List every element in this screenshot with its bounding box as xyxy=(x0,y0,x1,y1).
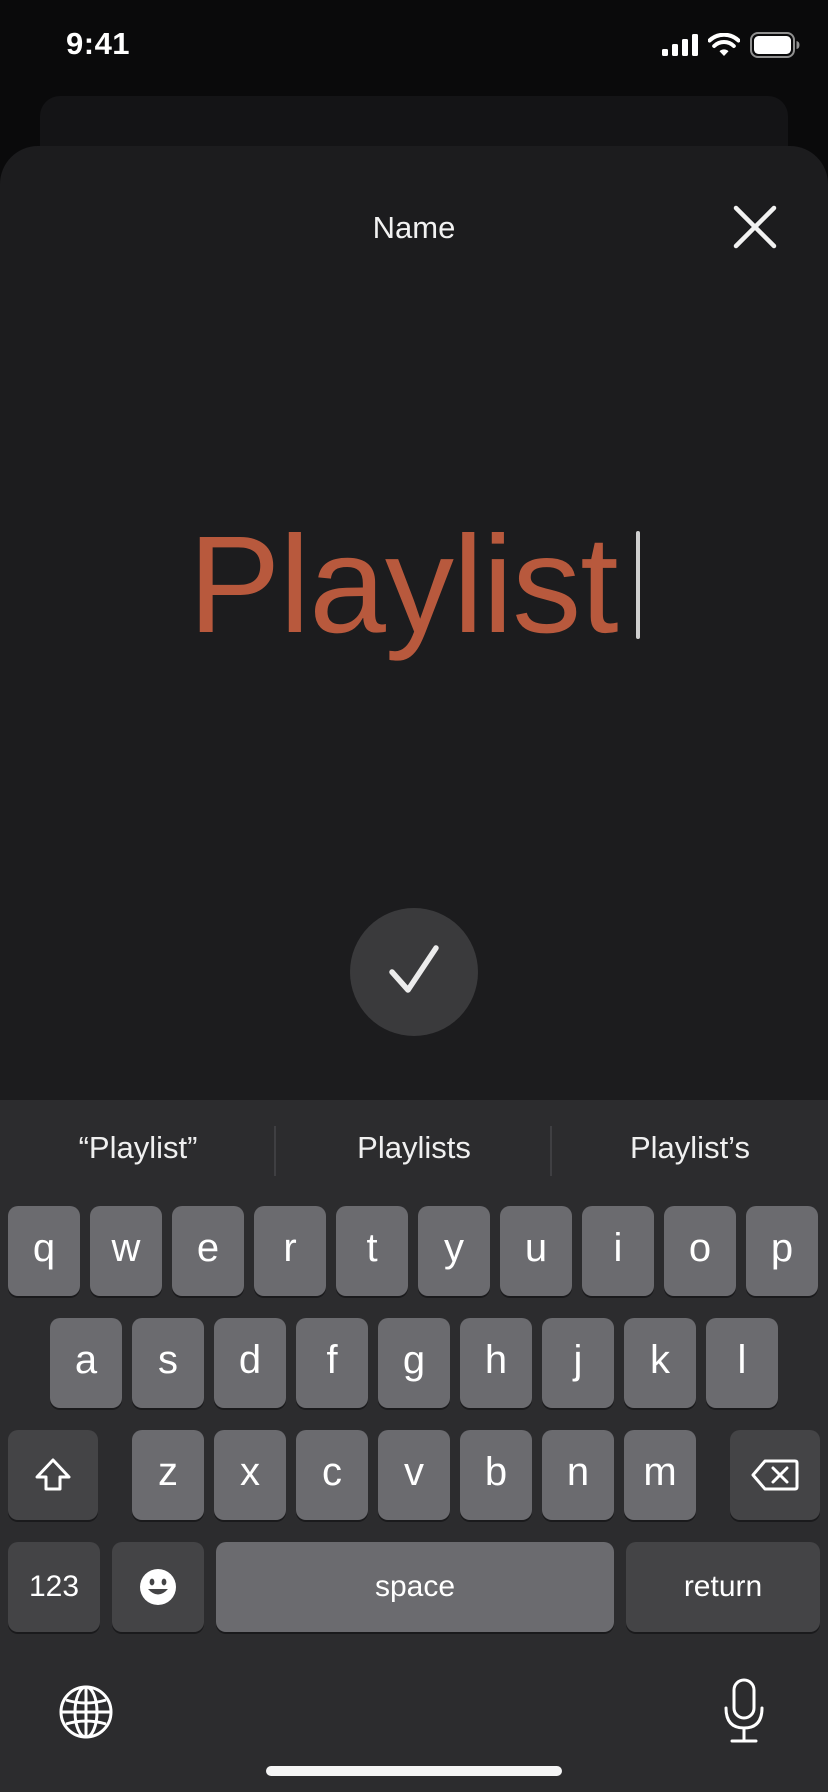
key-k[interactable]: k xyxy=(624,1318,696,1408)
key-label: f xyxy=(326,1338,338,1382)
key-label: l xyxy=(737,1338,747,1382)
key-label: h xyxy=(484,1338,508,1382)
key-u[interactable]: u xyxy=(500,1206,572,1296)
key-label: v xyxy=(404,1450,424,1494)
key-label: e xyxy=(196,1226,220,1270)
status-bar: 9:41 xyxy=(0,0,828,94)
microphone-icon[interactable] xyxy=(722,1678,766,1744)
key-label: return xyxy=(683,1570,763,1603)
delete-icon xyxy=(751,1459,799,1491)
key-y[interactable]: y xyxy=(418,1206,490,1296)
key-z[interactable]: z xyxy=(132,1430,204,1520)
key-v[interactable]: v xyxy=(378,1430,450,1520)
sheet-title: Name xyxy=(372,210,456,245)
status-icons xyxy=(0,0,828,94)
key-x[interactable]: x xyxy=(214,1430,286,1520)
key-label: y xyxy=(444,1226,464,1270)
key-a[interactable]: a xyxy=(50,1318,122,1408)
emoji-icon xyxy=(140,1569,176,1605)
key-label: n xyxy=(566,1450,590,1494)
key-label: space xyxy=(374,1570,456,1603)
suggestion-item[interactable]: “Playlist” xyxy=(0,1114,276,1182)
key-label: p xyxy=(770,1226,794,1270)
delete-key[interactable] xyxy=(730,1430,820,1520)
shift-key[interactable] xyxy=(8,1430,98,1520)
name-input[interactable]: Playlist xyxy=(0,510,828,660)
key-f[interactable]: f xyxy=(296,1318,368,1408)
key-r[interactable]: r xyxy=(254,1206,326,1296)
key-g[interactable]: g xyxy=(378,1318,450,1408)
battery-icon xyxy=(750,32,800,58)
key-label: x xyxy=(240,1450,260,1494)
key-l[interactable]: l xyxy=(706,1318,778,1408)
key-label: o xyxy=(688,1226,712,1270)
emoji-key[interactable] xyxy=(112,1542,204,1632)
key-m[interactable]: m xyxy=(624,1430,696,1520)
checkmark-icon xyxy=(389,945,439,993)
keyboard: “Playlist” Playlists Playlist’s q w e r … xyxy=(0,1100,828,1792)
key-o[interactable]: o xyxy=(664,1206,736,1296)
home-indicator[interactable] xyxy=(266,1766,562,1776)
key-label: s xyxy=(158,1338,178,1382)
key-b[interactable]: b xyxy=(460,1430,532,1520)
shift-icon xyxy=(35,1458,71,1491)
name-input-value: Playlist xyxy=(188,508,618,662)
key-q[interactable]: q xyxy=(8,1206,80,1296)
key-label: u xyxy=(524,1226,548,1270)
key-s[interactable]: s xyxy=(132,1318,204,1408)
key-label: t xyxy=(366,1226,378,1270)
key-label: k xyxy=(650,1338,670,1382)
key-label: 123 xyxy=(28,1570,80,1603)
key-p[interactable]: p xyxy=(746,1206,818,1296)
suggestion-bar: “Playlist” Playlists Playlist’s xyxy=(0,1114,828,1182)
key-c[interactable]: c xyxy=(296,1430,368,1520)
key-label: b xyxy=(484,1450,508,1494)
globe-icon[interactable] xyxy=(58,1684,114,1740)
key-label: j xyxy=(573,1338,583,1382)
key-n[interactable]: n xyxy=(542,1430,614,1520)
space-key[interactable]: space xyxy=(216,1542,614,1632)
close-icon xyxy=(733,205,777,249)
return-key[interactable]: return xyxy=(626,1542,820,1632)
numbers-key[interactable]: 123 xyxy=(8,1542,100,1632)
key-d[interactable]: d xyxy=(214,1318,286,1408)
key-h[interactable]: h xyxy=(460,1318,532,1408)
confirm-button[interactable] xyxy=(350,908,478,1036)
key-label: d xyxy=(238,1338,262,1382)
key-label: i xyxy=(613,1226,623,1270)
key-t[interactable]: t xyxy=(336,1206,408,1296)
key-label: g xyxy=(402,1338,426,1382)
wifi-icon xyxy=(708,33,740,56)
key-w[interactable]: w xyxy=(90,1206,162,1296)
key-label: r xyxy=(283,1226,297,1270)
key-label: c xyxy=(322,1450,342,1494)
key-e[interactable]: e xyxy=(172,1206,244,1296)
key-i[interactable]: i xyxy=(582,1206,654,1296)
suggestion-item[interactable]: Playlists xyxy=(276,1114,552,1182)
key-label: a xyxy=(74,1338,98,1382)
key-label: q xyxy=(32,1226,56,1270)
key-label: m xyxy=(643,1450,677,1494)
name-sheet: Name Playlist xyxy=(0,146,828,1146)
key-label: w xyxy=(111,1226,141,1270)
key-j[interactable]: j xyxy=(542,1318,614,1408)
text-caret xyxy=(635,531,640,639)
cellular-signal-icon xyxy=(662,34,698,56)
close-button[interactable] xyxy=(730,202,780,252)
key-label: z xyxy=(158,1450,178,1494)
suggestion-item[interactable]: Playlist’s xyxy=(552,1114,828,1182)
